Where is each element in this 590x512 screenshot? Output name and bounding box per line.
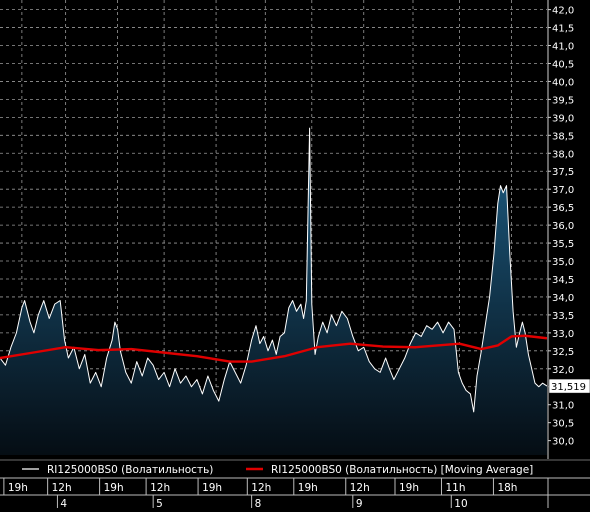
x-time-tick-label: 12h bbox=[251, 482, 271, 494]
chart: 42,0 41,5 41,0 40,5 40,0 39,5 39,0 38,5 38,0 37,5… bbox=[0, 0, 590, 510]
x-time-tick-label: 11h bbox=[445, 482, 465, 494]
y-tick-label: 39,5 bbox=[552, 95, 574, 106]
x-time-tick-label: 19h bbox=[8, 482, 28, 494]
y-tick-label: 33,5 bbox=[552, 311, 574, 322]
x-day-tick-label: 9 bbox=[356, 498, 363, 508]
y-tick-label: 38,5 bbox=[552, 131, 574, 142]
y-tick-label: 34,0 bbox=[552, 293, 574, 304]
x-time-tick-label: 19h bbox=[298, 482, 318, 494]
x-day-tick-label: 4 bbox=[60, 498, 67, 508]
x-time-tick-label: 19h bbox=[202, 482, 222, 494]
y-tick-label: 37,5 bbox=[552, 167, 574, 178]
y-tick-label: 30,0 bbox=[552, 437, 574, 448]
y-tick-label: 36,0 bbox=[552, 221, 574, 232]
y-tick-label: 31,0 bbox=[552, 401, 574, 412]
volatility-chart: 42,0 41,5 41,0 40,5 40,0 39,5 39,0 38,5 38,0 37,5… bbox=[0, 0, 590, 510]
x-time-tick-label: 19h bbox=[399, 482, 419, 494]
x-time-tick-label: 12h bbox=[52, 482, 72, 494]
y-tick-label: 33,0 bbox=[552, 329, 574, 340]
y-tick-label: 36,5 bbox=[552, 203, 574, 214]
legend-label: RI125000BS0 (Волатильность) bbox=[47, 464, 213, 476]
x-time-tick-label: 12h bbox=[150, 482, 170, 494]
y-tick-label: 35,0 bbox=[552, 257, 574, 268]
x-day-tick-label: 10 bbox=[454, 498, 467, 508]
y-tick-label: 38,0 bbox=[552, 149, 574, 160]
legend: RI125000BS0 (Волатильность) RI125000BS0 (… bbox=[0, 459, 590, 477]
x-time-tick-label: 19h bbox=[104, 482, 124, 494]
x-axis: 19h 12h 19h 12h 19h 12h 19h 12h 19h 11h 18h 4 5 8 9 10 bbox=[0, 477, 590, 510]
y-tick-label: 30,5 bbox=[552, 419, 574, 430]
current-value-label: 31,519 bbox=[551, 382, 586, 393]
x-day-tick-label: 5 bbox=[156, 498, 163, 508]
legend-label: RI125000BS0 (Волатильность) [Moving Aver… bbox=[271, 464, 533, 476]
y-tick-label: 41,0 bbox=[552, 42, 574, 53]
y-tick-label: 40,0 bbox=[552, 77, 574, 88]
y-tick-label: 41,5 bbox=[552, 24, 574, 35]
y-tick-label: 35,5 bbox=[552, 239, 574, 250]
y-tick-label: 34,5 bbox=[552, 275, 574, 286]
x-day-tick-label: 8 bbox=[255, 498, 262, 508]
y-tick-label: 42,0 bbox=[552, 6, 574, 17]
y-tick-label: 39,0 bbox=[552, 113, 574, 124]
x-time-tick-label: 12h bbox=[350, 482, 370, 494]
y-tick-label: 37,0 bbox=[552, 185, 574, 196]
y-tick-label: 40,5 bbox=[552, 59, 574, 70]
y-tick-label: 32,0 bbox=[552, 365, 574, 376]
y-tick-label: 32,5 bbox=[552, 347, 574, 358]
x-time-tick-label: 18h bbox=[497, 482, 517, 494]
